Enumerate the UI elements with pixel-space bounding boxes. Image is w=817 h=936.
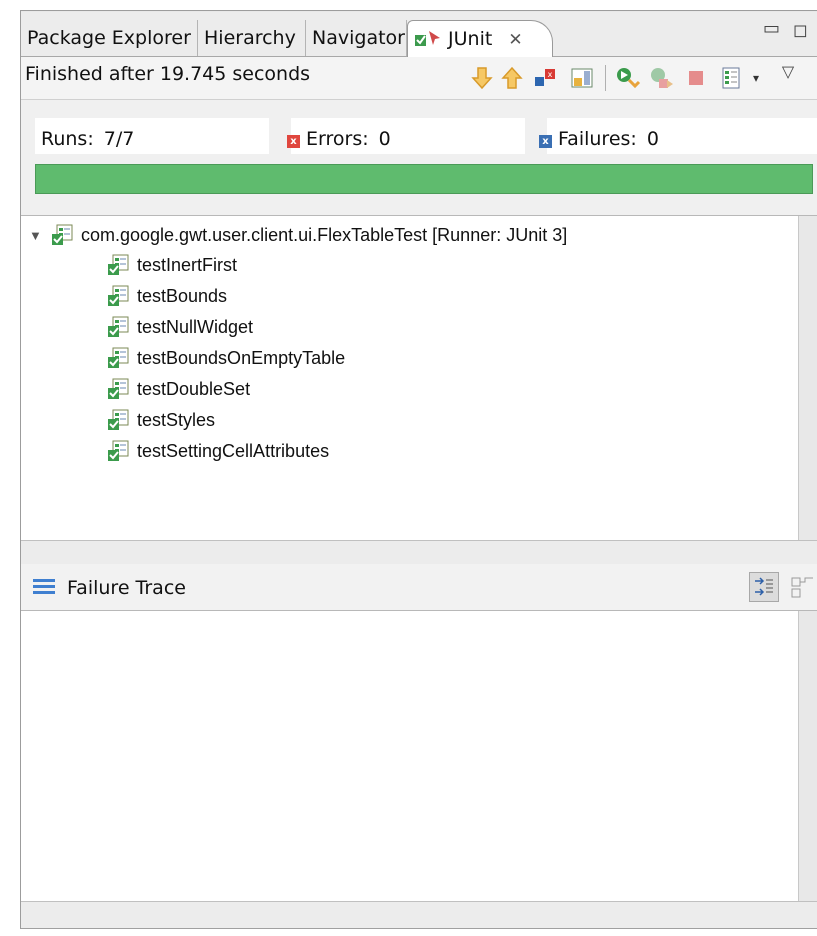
tab-navigator[interactable]: Navigator — [306, 20, 407, 56]
test-progress-bar — [35, 164, 813, 194]
test-case-name: testBounds — [137, 285, 228, 306]
svg-text:x: x — [548, 70, 553, 79]
history-dropdown-icon[interactable]: ▾ — [743, 65, 769, 91]
test-tree[interactable]: ▼ com.google.gwt.user.client.ui.FlexTabl… — [21, 216, 799, 540]
previous-failure-icon[interactable] — [499, 65, 525, 91]
failure-trace-header: Failure Trace — [21, 564, 817, 611]
tab-junit[interactable]: JUnit ✕ — [407, 20, 553, 57]
tab-package-explorer[interactable]: Package Explorer — [21, 20, 198, 56]
test-passed-icon — [108, 347, 129, 368]
bottom-bar — [21, 901, 817, 929]
test-passed-icon — [108, 409, 129, 430]
test-case-name: testBoundsOnEmptyTable — [137, 347, 346, 368]
tab-hierarchy[interactable]: Hierarchy — [198, 20, 306, 56]
run-status-text: Finished after 19.745 seconds — [25, 63, 311, 85]
test-case-name: testDoubleSet — [137, 378, 251, 399]
runs-label: Runs: — [41, 128, 94, 150]
expand-arrow-icon[interactable]: ▼ — [29, 228, 43, 243]
compare-results-icon[interactable] — [791, 574, 815, 605]
test-case-name: testSettingCellAttributes — [137, 440, 330, 461]
test-case-name: testNullWidget — [137, 316, 254, 337]
test-counters-panel: Runs: 7/7 x Errors: 0 x Failures: 0 — [21, 100, 817, 216]
stop-icon[interactable] — [683, 65, 709, 91]
error-icon: x — [287, 135, 300, 148]
failure-icon: x — [539, 135, 552, 148]
test-case-name: testInertFirst — [137, 254, 238, 275]
junit-icon — [415, 31, 440, 46]
test-passed-icon — [108, 316, 129, 337]
test-case-row[interactable]: testDoubleSet — [107, 375, 250, 403]
stack-trace-icon — [33, 579, 55, 594]
test-case-row[interactable]: testNullWidget — [107, 313, 253, 341]
test-suite-icon — [52, 224, 73, 245]
test-case-row[interactable]: testStyles — [107, 406, 215, 434]
tab-label: Package Explorer — [27, 27, 191, 49]
toolbar-separator — [605, 65, 606, 91]
errors-label: Errors: — [306, 128, 369, 150]
suite-row[interactable]: ▼ com.google.gwt.user.client.ui.FlexTabl… — [29, 221, 567, 249]
test-case-row[interactable]: testBounds — [107, 282, 227, 310]
view-tab-bar: Package Explorer Hierarchy Navigator JUn… — [21, 12, 817, 57]
suite-name: com.google.gwt.user.client.ui.FlexTableT… — [81, 224, 568, 245]
toolbar-row: Finished after 19.745 seconds x ▾ ▽ — [21, 57, 817, 100]
tab-label: Hierarchy — [204, 27, 296, 49]
tab-label: JUnit — [448, 28, 493, 50]
tab-label: Navigator — [312, 27, 405, 49]
test-case-row[interactable]: testBoundsOnEmptyTable — [107, 344, 345, 372]
scroll-lock-icon[interactable] — [569, 65, 595, 91]
maximize-icon[interactable]: ◻ — [793, 20, 808, 41]
panel-sash[interactable] — [21, 540, 817, 565]
failures-value: 0 — [646, 128, 659, 150]
errors-counter: x Errors: 0 — [287, 128, 391, 150]
failures-label: Failures: — [558, 128, 637, 150]
test-case-row[interactable]: testSettingCellAttributes — [107, 437, 329, 465]
runs-counter: Runs: 7/7 — [41, 128, 134, 150]
rerun-test-icon[interactable] — [615, 65, 641, 91]
test-passed-icon — [108, 440, 129, 461]
test-case-row[interactable]: testInertFirst — [107, 251, 237, 279]
failures-counter: x Failures: 0 — [539, 128, 659, 150]
filter-stack-trace-icon — [755, 577, 773, 596]
next-failure-icon[interactable] — [469, 65, 495, 91]
test-case-name: testStyles — [137, 409, 216, 430]
test-run-history-icon[interactable] — [719, 65, 745, 91]
minimize-icon[interactable]: ▭ — [763, 18, 780, 39]
failure-trace-title: Failure Trace — [67, 577, 186, 599]
close-icon[interactable]: ✕ — [508, 22, 522, 58]
filter-stack-trace-button[interactable] — [749, 572, 779, 602]
test-passed-icon — [108, 254, 129, 275]
failure-trace-body[interactable] — [21, 611, 799, 901]
rerun-failed-first-icon[interactable] — [649, 65, 675, 91]
runs-value: 7/7 — [103, 128, 135, 150]
errors-value: 0 — [378, 128, 391, 150]
test-passed-icon — [108, 378, 129, 399]
test-passed-icon — [108, 285, 129, 306]
show-failures-only-icon[interactable]: x — [533, 65, 559, 91]
view-menu-icon[interactable]: ▽ — [775, 59, 801, 85]
